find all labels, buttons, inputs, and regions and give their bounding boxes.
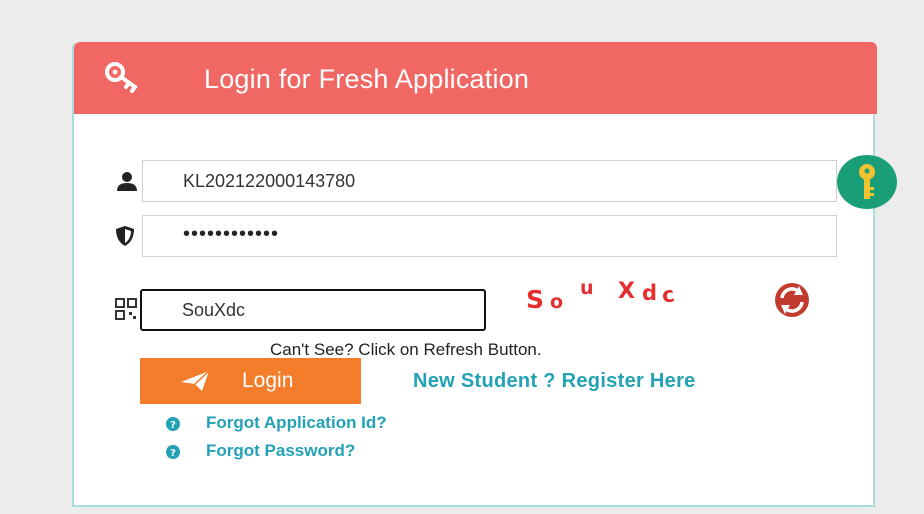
question-circle-icon: ?	[166, 445, 180, 459]
user-icon	[117, 172, 137, 191]
application-id-field[interactable]: KL202122000143780	[142, 160, 837, 202]
captcha-char: S	[526, 285, 545, 314]
forgot-application-id-link[interactable]: Forgot Application Id?	[206, 413, 387, 433]
captcha-char: X	[618, 279, 635, 304]
login-button[interactable]: Login	[140, 358, 361, 404]
shield-icon	[116, 226, 134, 246]
forgot-password-link[interactable]: Forgot Password?	[206, 441, 355, 461]
captcha-input[interactable]: SouXdc	[140, 289, 486, 331]
paper-plane-icon	[181, 370, 210, 391]
login-panel: Login for Fresh Application KL2021220001…	[72, 42, 877, 507]
register-link[interactable]: New Student ? Register Here	[413, 370, 696, 393]
qr-code-icon	[115, 298, 137, 320]
key-badge[interactable]	[837, 155, 897, 209]
captcha-char: o	[550, 291, 564, 313]
svg-text:?: ?	[170, 420, 176, 431]
svg-text:?: ?	[170, 448, 176, 459]
refresh-icon[interactable]	[770, 280, 814, 320]
captcha-char: c	[660, 282, 677, 308]
key-icon	[105, 62, 138, 93]
password-field[interactable]: ••••••••••••	[142, 215, 837, 257]
page-title: Login for Fresh Application	[204, 64, 530, 94]
login-button-label: Login	[242, 369, 294, 392]
captcha-hint: Can't See? Click on Refresh Button.	[270, 340, 542, 359]
captcha-image: S o u X d c	[520, 275, 700, 315]
captcha-char: u	[580, 277, 594, 299]
captcha-char: d	[642, 281, 658, 305]
key-icon	[859, 164, 875, 199]
panel-header: Login for Fresh Application	[74, 42, 877, 114]
question-circle-icon: ?	[166, 417, 180, 431]
